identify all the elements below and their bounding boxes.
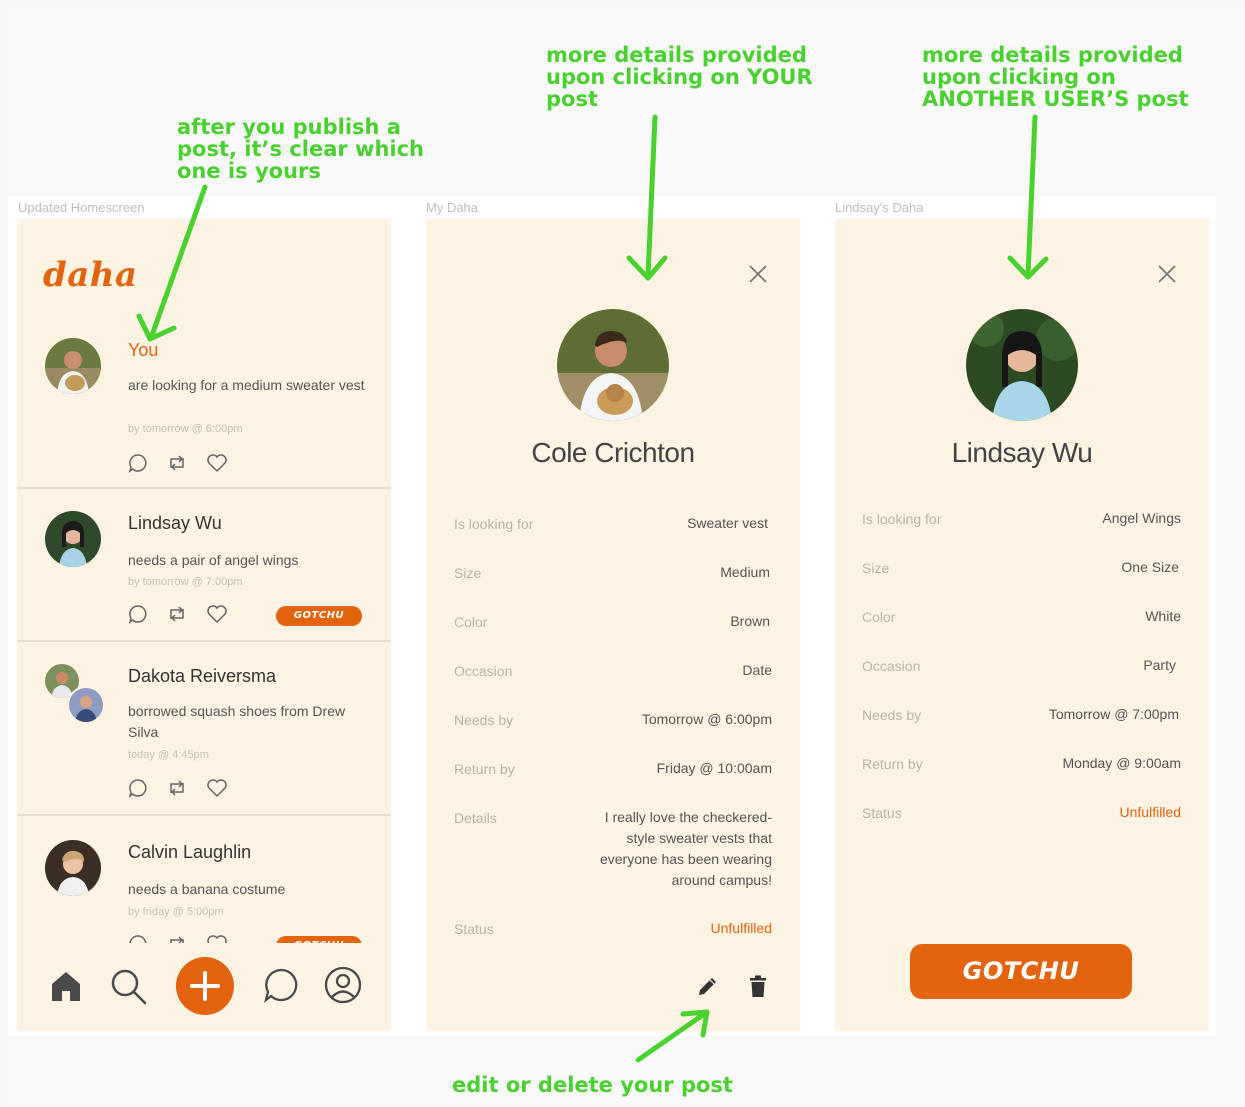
row-value: White — [1145, 608, 1181, 624]
status-value: Unfulfilled — [1119, 804, 1181, 820]
chat-icon[interactable] — [263, 967, 299, 1007]
avatar[interactable] — [45, 840, 101, 896]
row-value: Tomorrow @ 7:00pm — [1048, 706, 1179, 722]
row-label: Return by — [862, 756, 923, 772]
row-label: Size — [454, 565, 482, 581]
close-icon[interactable] — [1156, 263, 1178, 285]
row-value: One Size — [1121, 559, 1179, 575]
post-text: borrowed squash shoes from Drew Silva — [128, 703, 346, 740]
comment-icon[interactable] — [128, 778, 148, 802]
avatar[interactable] — [45, 338, 101, 394]
profile-name: Cole Crichton — [531, 437, 695, 468]
repost-icon[interactable] — [166, 778, 188, 802]
profile-photo — [966, 309, 1078, 421]
row-value: Medium — [720, 564, 770, 580]
post-author[interactable]: Calvin Laughlin — [128, 842, 251, 863]
heart-icon[interactable] — [206, 453, 228, 477]
post-item[interactable]: Calvin Laughlin needs a banana costume b… — [17, 816, 391, 956]
row-label: Size — [862, 560, 890, 576]
status-value: Unfulfilled — [710, 920, 772, 936]
post-time: by tomorrow @ 6:00pm — [128, 423, 243, 435]
search-icon[interactable] — [109, 967, 149, 1011]
heart-icon[interactable] — [206, 604, 228, 628]
frame-label-my-daha: My Daha — [426, 200, 479, 215]
row-label: Needs by — [454, 712, 514, 728]
post-item[interactable]: You are looking for a medium sweater ves… — [17, 323, 391, 489]
gotchu-button[interactable]: GOTCHU — [910, 944, 1132, 999]
row-label: Status — [862, 805, 902, 821]
plus-icon — [190, 971, 220, 1001]
row-value: Friday @ 10:00am — [656, 760, 772, 776]
row-label: Color — [862, 609, 896, 625]
row-value: Sweater vest — [687, 515, 768, 531]
row-label: Is looking for — [862, 511, 942, 527]
annotation-your-post: more details provided upon clicking on Y… — [546, 43, 813, 111]
avatar[interactable] — [67, 686, 105, 724]
row-value: Brown — [730, 613, 770, 629]
bottom-nav — [17, 943, 391, 1031]
my-daha-screen: Cole Crichton Is looking for Sweater ves… — [426, 219, 800, 1031]
post-author[interactable]: You — [128, 340, 158, 361]
row-value: Angel Wings — [1102, 510, 1181, 526]
annotation-publish: after you publish a post, it’s clear whi… — [177, 115, 424, 183]
post-item[interactable]: Dakota Reiversma borrowed squash shoes f… — [17, 642, 391, 816]
gotchu-button[interactable]: GOTCHU — [276, 606, 362, 626]
annotation-other-post: more details provided upon clicking on A… — [922, 43, 1189, 111]
repost-icon[interactable] — [166, 604, 188, 628]
row-label: Status — [454, 921, 494, 937]
other-daha-screen: Lindsay Wu Is looking for Angel Wings Si… — [835, 219, 1209, 1031]
row-value: Monday @ 9:00am — [1062, 755, 1182, 771]
annotation-edit-delete: edit or delete your post — [452, 1073, 733, 1097]
edit-icon[interactable] — [696, 974, 720, 1002]
post-item[interactable]: Lindsay Wu needs a pair of angel wings b… — [17, 489, 391, 642]
comment-icon[interactable] — [128, 453, 148, 477]
row-label: Color — [454, 614, 488, 630]
close-icon[interactable] — [747, 263, 769, 285]
post-text: needs a banana costume — [128, 881, 286, 897]
row-label: Needs by — [862, 707, 922, 723]
post-time: by friday @ 5:00pm — [128, 906, 224, 918]
repost-icon[interactable] — [166, 453, 188, 477]
row-value: Party — [1143, 657, 1176, 673]
post-author[interactable]: Dakota Reiversma — [128, 666, 276, 687]
post-text: needs a pair of angel wings — [128, 552, 299, 568]
row-label: Return by — [454, 761, 515, 777]
new-post-button[interactable] — [176, 957, 234, 1015]
post-text: are looking for a medium sweater vest — [128, 377, 365, 393]
post-time: by tomorrow @ 7:00pm — [128, 576, 243, 588]
frame-label-other-daha: Lindsay's Daha — [835, 200, 924, 215]
logo: daha — [43, 255, 138, 295]
row-label: Is looking for — [454, 516, 534, 532]
comment-icon[interactable] — [128, 604, 148, 628]
home-icon[interactable] — [49, 969, 83, 1007]
profile-icon[interactable] — [324, 966, 362, 1008]
profile-photo — [557, 309, 669, 421]
row-label: Occasion — [454, 663, 513, 679]
post-time: today @ 4:45pm — [128, 749, 209, 761]
delete-icon[interactable] — [748, 974, 768, 1002]
post-author[interactable]: Lindsay Wu — [128, 513, 222, 534]
heart-icon[interactable] — [206, 778, 228, 802]
details-text: I really love the checkered-style sweate… — [599, 809, 772, 888]
profile-name: Lindsay Wu — [951, 437, 1093, 468]
row-value: Date — [742, 662, 772, 678]
home-screen: daha You are looking for a medium sweate… — [17, 219, 391, 1031]
row-label: Details — [454, 810, 497, 826]
frame-label-home: Updated Homescreen — [18, 200, 145, 215]
row-value: Tomorrow @ 6:00pm — [641, 711, 772, 727]
avatar[interactable] — [45, 511, 101, 567]
row-label: Occasion — [862, 658, 921, 674]
